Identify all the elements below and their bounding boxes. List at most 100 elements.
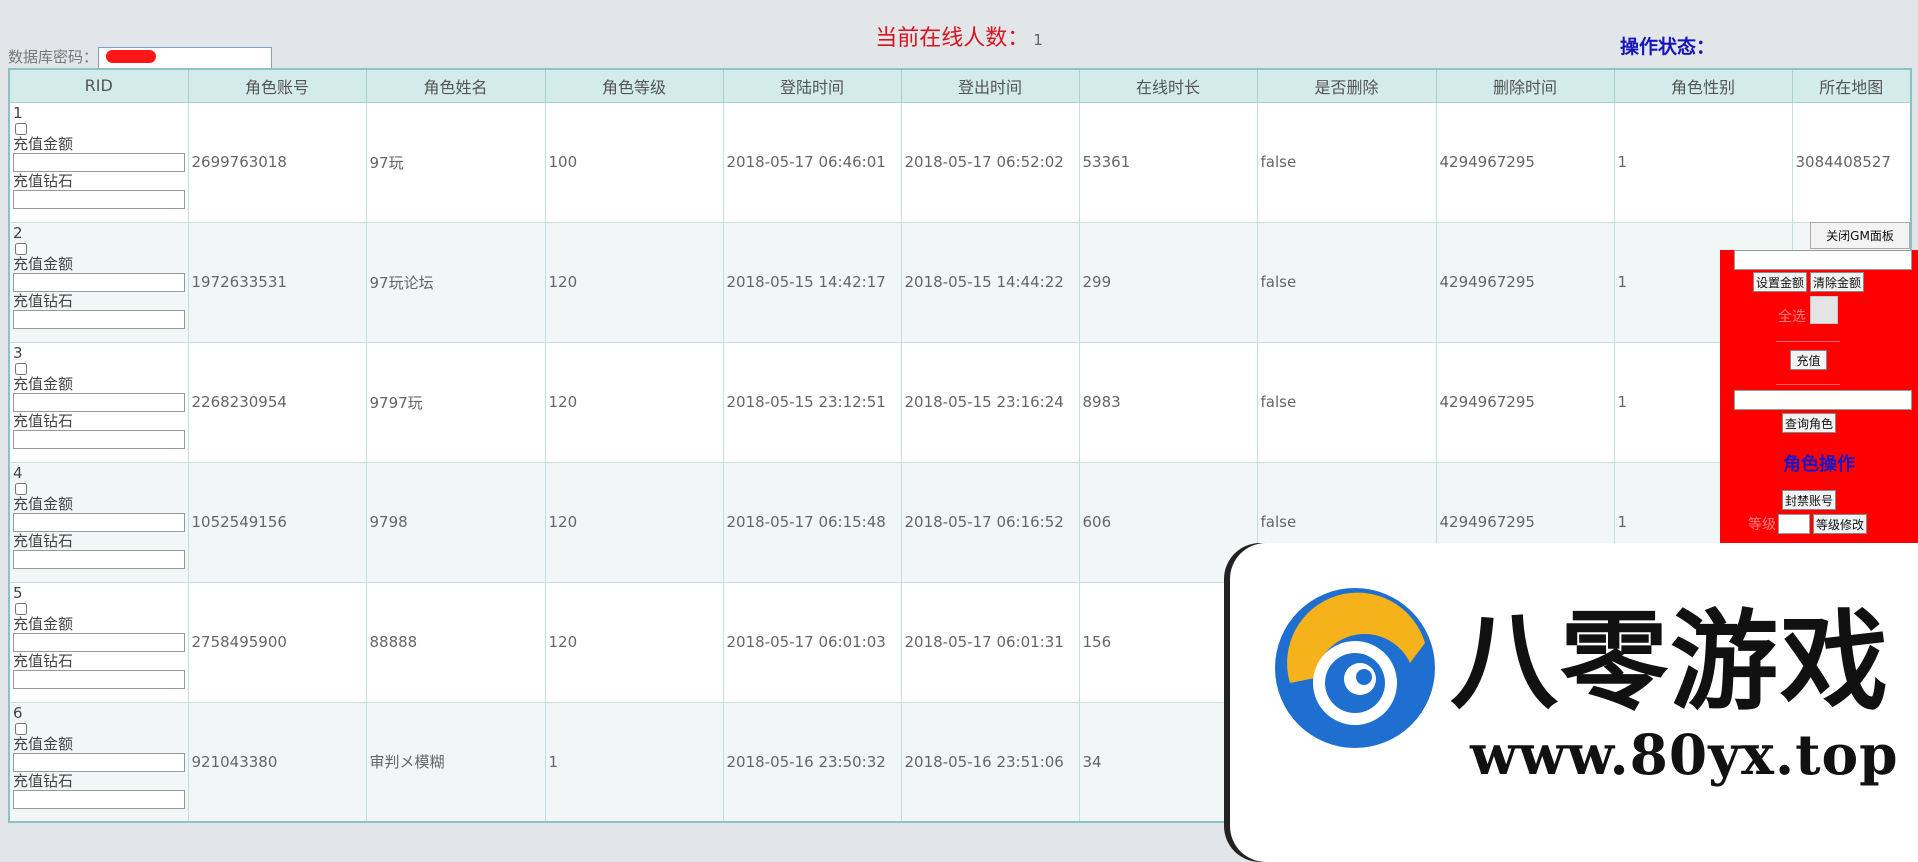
col-header: 角色性别: [1613, 68, 1793, 103]
logout-time-cell: 2018-05-15 14:44:22: [900, 221, 1080, 343]
col-header: RID: [8, 68, 189, 103]
name-cell: 97玩: [365, 101, 546, 223]
rid-number: 1: [13, 103, 23, 122]
brand-logo-icon: [1275, 588, 1435, 748]
online-count-value: 1: [1033, 31, 1043, 49]
recharge-amount-input[interactable]: [13, 752, 185, 772]
rid-cell: 2 充值金额 充值钻石: [8, 221, 189, 343]
gm-amount-input[interactable]: [1734, 250, 1912, 270]
account-cell: 2758495900: [187, 581, 367, 703]
select-all-checkbox[interactable]: [1810, 296, 1838, 324]
delete-time-cell: 4294967295: [1435, 341, 1615, 463]
operation-status-label: 操作状态：: [1620, 36, 1716, 58]
login-time-cell: 2018-05-16 23:50:32: [722, 701, 902, 823]
delete-time-cell: 4294967295: [1435, 101, 1615, 223]
rid-cell: 5 充值金额 充值钻石: [8, 581, 189, 703]
delete-time-cell: 4294967295: [1435, 221, 1615, 343]
level-modify-button[interactable]: 等级修改: [1813, 514, 1867, 534]
recharge-amount-label: 充值金额: [13, 614, 74, 633]
col-header: 登出时间: [900, 68, 1080, 103]
login-time-cell: 2018-05-15 23:12:51: [722, 341, 902, 463]
rid-number: 6: [13, 703, 23, 722]
table-row: 2 充值金额 充值钻石 1972633531 97玩论坛 120 2018-05-15 14…: [8, 221, 1912, 343]
close-gm-panel-button[interactable]: 关闭GM面板: [1810, 222, 1910, 249]
divider: [1776, 341, 1840, 342]
name-cell: 9798: [365, 461, 546, 583]
recharge-amount-input[interactable]: [13, 152, 185, 172]
level-cell: 120: [544, 341, 724, 463]
col-header: 在线时长: [1078, 68, 1258, 103]
login-time-cell: 2018-05-15 14:42:17: [722, 221, 902, 343]
recharge-diamond-input[interactable]: [13, 189, 185, 209]
col-header: 登陆时间: [722, 68, 902, 103]
role-ops-title: 角色操作: [1783, 454, 1855, 475]
query-role-input[interactable]: [1734, 390, 1912, 410]
table-header-row: RID 角色账号 角色姓名 角色等级 登陆时间 登出时间 在线时长 是否删除 删…: [8, 68, 1912, 103]
login-time-cell: 2018-05-17 06:15:48: [722, 461, 902, 583]
account-cell: 2699763018: [187, 101, 367, 223]
recharge-diamond-input[interactable]: [13, 669, 185, 689]
db-password-label: 数据库密码：: [8, 48, 99, 66]
recharge-amount-input[interactable]: [13, 512, 185, 532]
table-row: 1 充值金额 充值钻石 2699763018 97玩 100 2018-05-17 06:4…: [8, 101, 1912, 223]
recharge-button[interactable]: 充值: [1790, 350, 1827, 370]
online-duration-cell: 299: [1078, 221, 1258, 343]
row-select-checkbox[interactable]: [15, 362, 27, 375]
level-cell: 120: [544, 581, 724, 703]
set-amount-button[interactable]: 设置金额: [1753, 272, 1807, 292]
recharge-diamond-input[interactable]: [13, 429, 185, 449]
level-cell: 1: [544, 701, 724, 823]
row-select-checkbox[interactable]: [15, 482, 27, 495]
online-duration-cell: 8983: [1078, 341, 1258, 463]
col-header: 角色账号: [187, 68, 367, 103]
recharge-diamond-input[interactable]: [13, 789, 185, 809]
rid-number: 5: [13, 583, 23, 602]
col-header: 角色等级: [544, 68, 724, 103]
level-cell: 120: [544, 221, 724, 343]
name-cell: 97玩论坛: [365, 221, 546, 343]
recharge-diamond-input[interactable]: [13, 549, 185, 569]
rid-number: 2: [13, 223, 23, 242]
row-select-checkbox[interactable]: [15, 242, 27, 255]
ban-account-button[interactable]: 封禁账号: [1782, 490, 1836, 510]
divider: [1776, 384, 1840, 385]
row-select-checkbox[interactable]: [15, 602, 27, 615]
logout-time-cell: 2018-05-15 23:16:24: [900, 341, 1080, 463]
recharge-amount-label: 充值金额: [13, 734, 74, 753]
account-cell: 1972633531: [187, 221, 367, 343]
brand-url: www.80yx.top: [1470, 722, 1899, 787]
col-header: 角色姓名: [365, 68, 546, 103]
rid-cell: 4 充值金额 充值钻石: [8, 461, 189, 583]
level-input[interactable]: [1778, 514, 1810, 534]
name-cell: 审判メ模糊: [365, 701, 546, 823]
gender-cell: 1: [1613, 101, 1793, 223]
level-cell: 100: [544, 101, 724, 223]
deleted-cell: false: [1256, 341, 1437, 463]
recharge-amount-label: 充值金额: [13, 374, 74, 393]
recharge-diamond-label: 充值钻石: [13, 291, 74, 310]
logout-time-cell: 2018-05-17 06:52:02: [900, 101, 1080, 223]
recharge-amount-input[interactable]: [13, 632, 185, 652]
recharge-diamond-input[interactable]: [13, 309, 185, 329]
recharge-amount-input[interactable]: [13, 272, 185, 292]
recharge-amount-input[interactable]: [13, 392, 185, 412]
brand-text: 八零游戏: [1450, 600, 1891, 725]
map-cell: 3084408527: [1791, 101, 1912, 223]
account-cell: 2268230954: [187, 341, 367, 463]
online-duration-cell: 53361: [1078, 101, 1258, 223]
rid-number: 3: [13, 343, 23, 362]
query-role-button[interactable]: 查询角色: [1782, 413, 1836, 433]
online-duration-cell: 606: [1078, 461, 1258, 583]
col-header: 所在地图: [1791, 68, 1912, 103]
rid-cell: 1 充值金额 充值钻石: [8, 101, 189, 223]
row-select-checkbox[interactable]: [15, 722, 27, 735]
name-cell: 9797玩: [365, 341, 546, 463]
level-cell: 120: [544, 461, 724, 583]
row-select-checkbox[interactable]: [15, 122, 27, 135]
gm-panel: 设置金额 清除金额 全选 充值 查询角色 角色操作 封禁账号 等级 等级修改: [1720, 250, 1918, 550]
recharge-diamond-label: 充值钻石: [13, 171, 74, 190]
account-cell: 1052549156: [187, 461, 367, 583]
clear-amount-button[interactable]: 清除金额: [1810, 272, 1864, 292]
recharge-amount-label: 充值金额: [13, 494, 74, 513]
login-time-cell: 2018-05-17 06:01:03: [722, 581, 902, 703]
